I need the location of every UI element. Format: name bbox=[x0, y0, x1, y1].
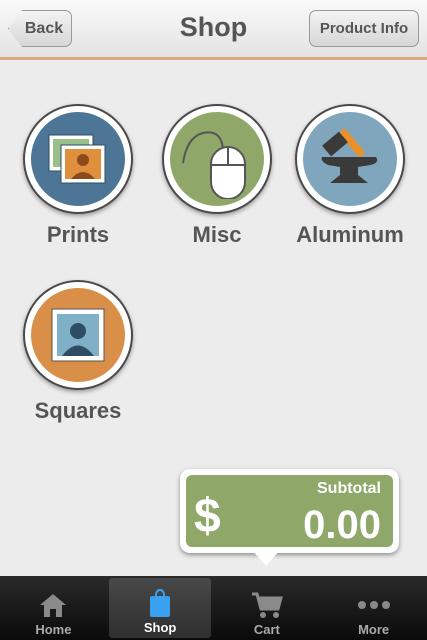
category-prints[interactable]: Prints bbox=[8, 104, 148, 248]
category-label: Squares bbox=[34, 398, 122, 423]
misc-circle[interactable] bbox=[162, 104, 272, 214]
tab-shop[interactable]: Shop bbox=[109, 578, 212, 638]
subtotal-panel[interactable]: Subtotal $ 0.00 bbox=[180, 469, 399, 553]
category-aluminum[interactable]: Aluminum bbox=[280, 104, 420, 248]
prints-icon bbox=[31, 112, 125, 206]
prints-circle[interactable] bbox=[23, 104, 133, 214]
tab-home[interactable]: Home bbox=[2, 576, 104, 640]
squares-icon bbox=[31, 288, 125, 382]
squares-circle[interactable] bbox=[23, 280, 133, 390]
tab-label: More bbox=[358, 622, 390, 637]
subtotal-pointer bbox=[252, 550, 280, 566]
tab-more[interactable]: More bbox=[323, 576, 425, 640]
category-misc[interactable]: Misc bbox=[147, 104, 287, 248]
category-label: Prints bbox=[46, 222, 110, 247]
more-icon bbox=[357, 588, 391, 622]
anvil-icon bbox=[303, 112, 397, 206]
tab-label: Home bbox=[35, 622, 72, 637]
nav-bar: Back Shop Product Info bbox=[0, 0, 427, 60]
category-label: Misc bbox=[192, 222, 242, 247]
category-squares[interactable]: Squares bbox=[8, 280, 148, 424]
category-label: Aluminum bbox=[296, 222, 404, 247]
tab-label: Shop bbox=[143, 620, 177, 635]
currency-symbol: $ bbox=[194, 490, 221, 543]
aluminum-circle[interactable] bbox=[295, 104, 405, 214]
subtotal-inner: Subtotal $ 0.00 bbox=[186, 475, 393, 547]
product-info-button[interactable]: Product Info bbox=[309, 10, 419, 47]
tab-cart[interactable]: Cart bbox=[216, 576, 318, 640]
cart-icon bbox=[250, 588, 284, 622]
home-icon bbox=[38, 588, 68, 622]
subtotal-amount: 0.00 bbox=[303, 503, 381, 547]
mouse-icon bbox=[170, 112, 264, 206]
shopping-bag-icon bbox=[148, 586, 172, 620]
tab-bar: Home Shop Cart More bbox=[0, 576, 427, 640]
tab-label: Cart bbox=[253, 622, 280, 637]
subtotal-label: Subtotal bbox=[317, 480, 381, 497]
